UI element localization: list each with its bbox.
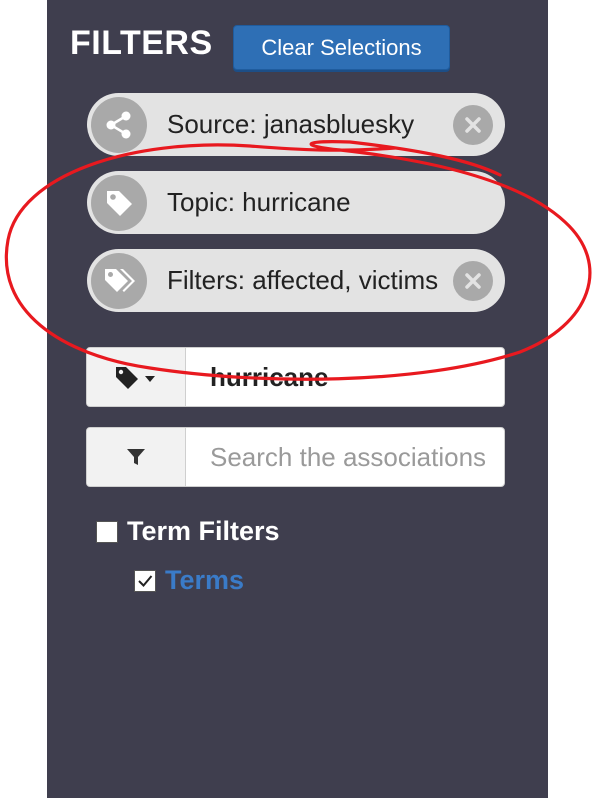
close-icon <box>465 272 481 289</box>
clear-selections-button[interactable]: Clear Selections <box>233 25 450 70</box>
topic-input-group: hurricane <box>86 347 505 407</box>
close-icon <box>465 116 481 133</box>
topic-filter-pill: Topic: hurricane <box>87 171 505 234</box>
filter-search-group: Search the associations <box>86 427 505 487</box>
tag-dropdown-icon <box>116 367 155 389</box>
tag-icon <box>91 174 147 231</box>
terms-filter-label: Filters: affected, victims <box>167 265 439 295</box>
remove-terms-filter-button[interactable] <box>453 260 493 301</box>
filter-search-placeholder: Search the associations <box>210 441 487 472</box>
remove-source-filter-button[interactable] <box>453 104 493 145</box>
term-filters-label: Term Filters <box>127 516 280 546</box>
checkmark-icon <box>138 574 153 587</box>
topic-input[interactable]: hurricane <box>186 348 504 406</box>
topic-input-value: hurricane <box>210 361 329 392</box>
share-icon <box>91 96 147 153</box>
topic-filter-label: Topic: hurricane <box>167 187 351 217</box>
filter-search-addon <box>87 428 186 486</box>
term-filters-group: Term Filters <box>96 516 280 547</box>
filters-title: FILTERS <box>70 24 213 62</box>
terms-checkbox[interactable] <box>134 569 156 592</box>
filter-icon <box>127 449 145 465</box>
terms-link[interactable]: Terms <box>165 565 244 596</box>
filter-search-input[interactable]: Search the associations <box>186 428 504 486</box>
source-filter-pill: Source: janasbluesky <box>87 93 505 156</box>
source-filter-label: Source: janasbluesky <box>167 109 415 139</box>
term-filters-checkbox[interactable] <box>96 520 118 543</box>
tags-icon <box>91 252 147 309</box>
terms-filter-pill: Filters: affected, victims <box>87 249 505 312</box>
terms-item: Terms <box>134 565 244 596</box>
topic-type-dropdown[interactable] <box>87 348 186 406</box>
